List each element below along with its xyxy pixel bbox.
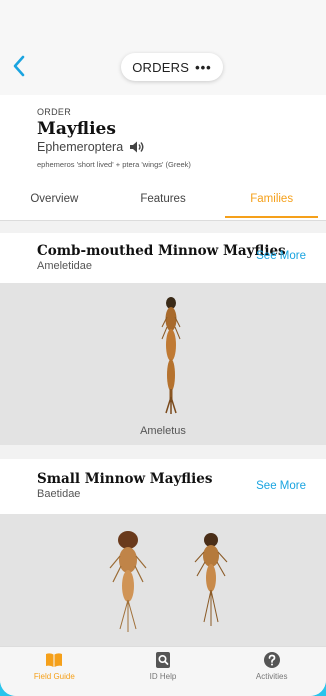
book-icon bbox=[46, 653, 63, 667]
question-icon bbox=[263, 652, 280, 668]
app-screen: ORDERS ••• ORDER Mayflies Ephemeroptera … bbox=[0, 0, 326, 696]
family-name: Small Minnow Mayflies bbox=[37, 471, 213, 487]
magnifier-icon bbox=[156, 652, 170, 668]
mayfly-larva-image bbox=[161, 297, 181, 414]
mayfly-larvae-image bbox=[109, 531, 228, 632]
nav-activities[interactable]: Activities bbox=[217, 647, 326, 696]
more-dots-icon: ••• bbox=[195, 59, 212, 75]
top-bar: ORDERS ••• bbox=[0, 0, 326, 95]
tab-features[interactable]: Features bbox=[109, 191, 218, 220]
order-title: Mayflies bbox=[37, 119, 116, 139]
scientific-name: Ephemeroptera bbox=[37, 140, 124, 154]
nav-label: Activities bbox=[255, 672, 288, 681]
back-button[interactable] bbox=[10, 54, 30, 78]
family-latin-name: Ameletidae bbox=[37, 260, 93, 272]
order-header: ORDER Mayflies Ephemeroptera ephemeros '… bbox=[0, 95, 326, 220]
etymology: ephemeros 'short lived' + ptera 'wings' … bbox=[37, 160, 191, 169]
family-card-baetidae[interactable]: Small Minnow Mayflies Baetidae See More bbox=[0, 459, 326, 514]
nav-label: ID Help bbox=[149, 672, 177, 681]
nav-field-guide[interactable]: Field Guide bbox=[0, 647, 109, 696]
see-more-link[interactable]: See More bbox=[256, 250, 306, 262]
bottom-nav: Field Guide ID Help Activities bbox=[0, 646, 326, 696]
nav-id-help[interactable]: ID Help bbox=[109, 647, 218, 696]
section-tabs: Overview Features Families bbox=[0, 191, 326, 220]
header-divider bbox=[0, 220, 326, 221]
family-image-baetidae[interactable] bbox=[0, 514, 326, 646]
orders-menu-label: ORDERS bbox=[132, 59, 190, 75]
family-name: Comb-mouthed Minnow Mayflies bbox=[37, 243, 286, 259]
scientific-name-row: Ephemeroptera bbox=[37, 140, 145, 154]
speaker-icon[interactable] bbox=[129, 140, 145, 154]
nav-label: Field Guide bbox=[33, 672, 75, 681]
family-image-ameletidae[interactable]: Ameletus bbox=[0, 283, 326, 445]
orders-menu-button[interactable]: ORDERS ••• bbox=[121, 53, 223, 81]
family-latin-name: Baetidae bbox=[37, 488, 81, 500]
family-card-ameletidae[interactable]: Comb-mouthed Minnow Mayflies Ameletidae … bbox=[0, 233, 326, 283]
order-kicker: ORDER bbox=[37, 107, 72, 117]
chevron-left-icon bbox=[13, 55, 25, 77]
tab-families[interactable]: Families bbox=[217, 191, 326, 220]
tab-overview[interactable]: Overview bbox=[0, 191, 109, 220]
see-more-link[interactable]: See More bbox=[256, 480, 306, 492]
image-caption: Ameletus bbox=[140, 425, 186, 437]
